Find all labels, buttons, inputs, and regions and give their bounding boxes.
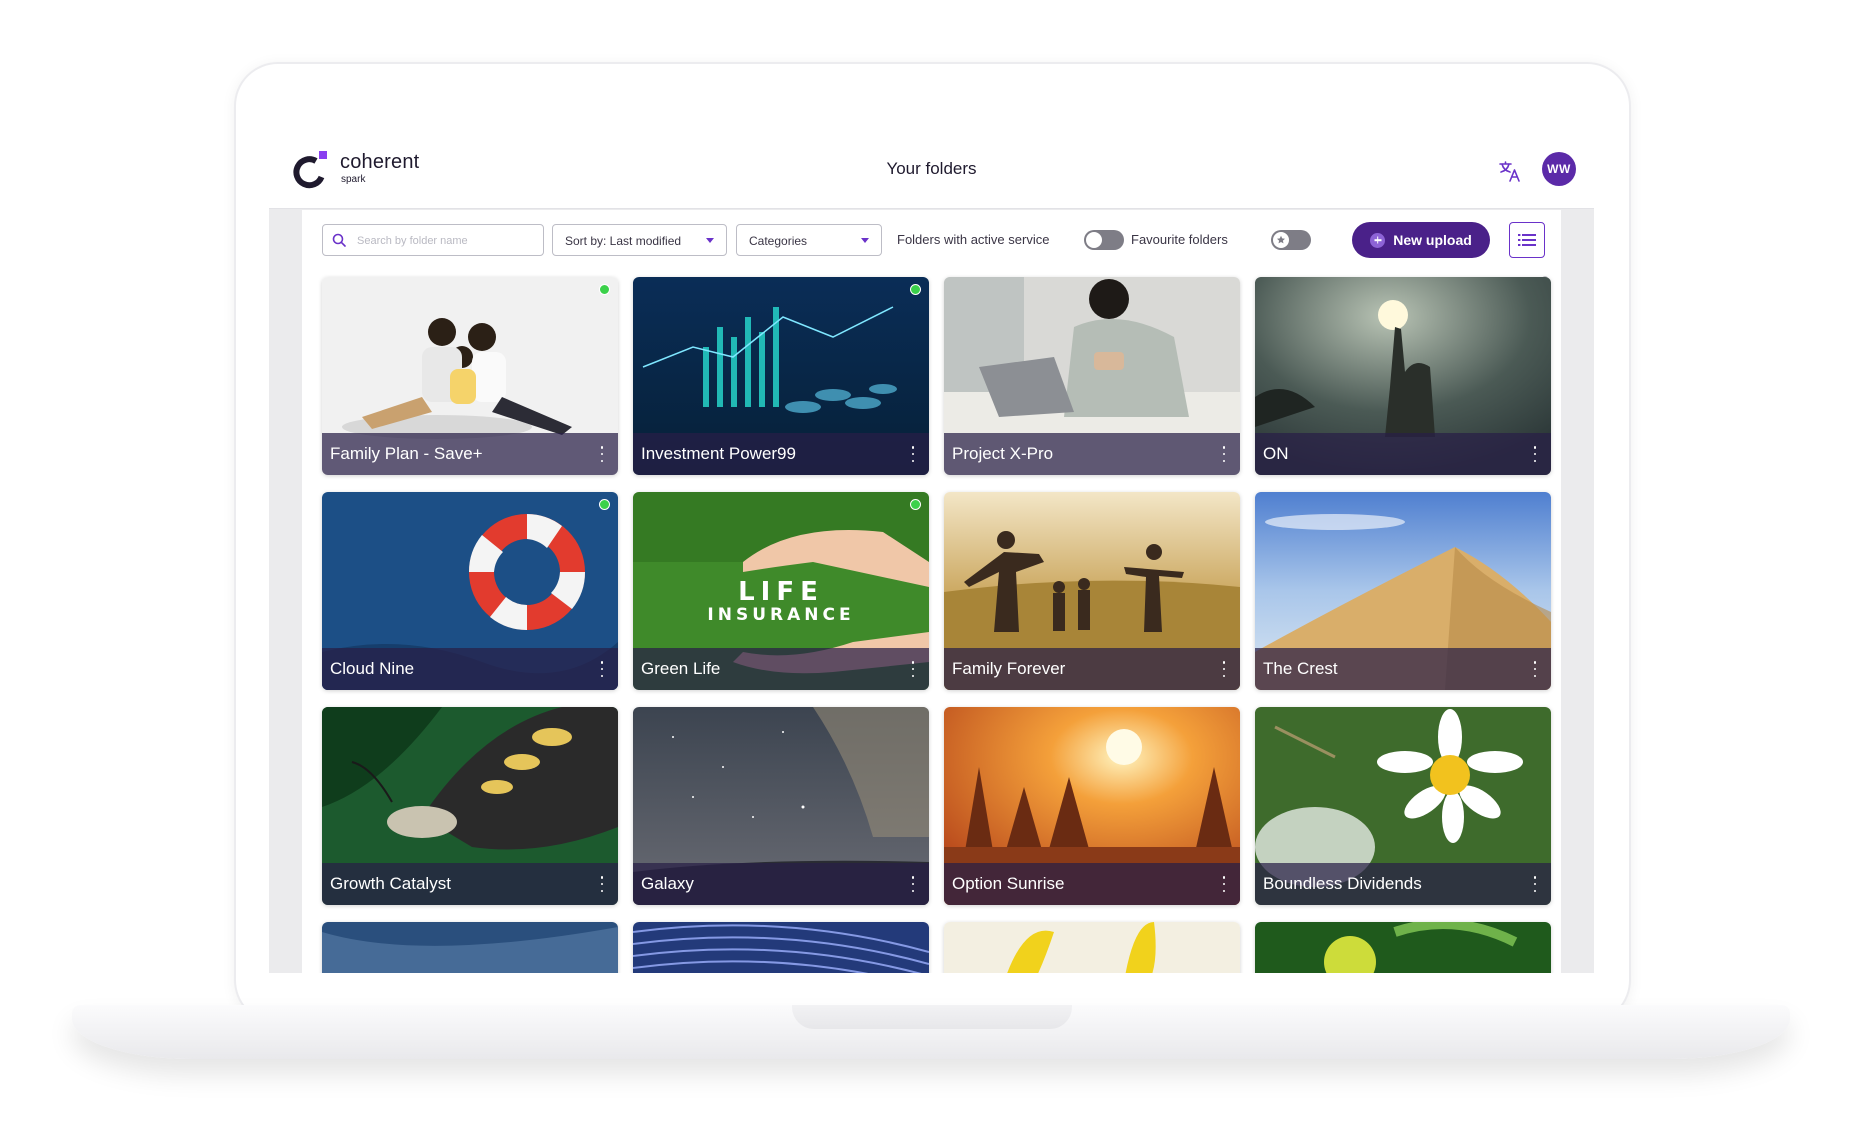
folder-caption: Option Sunrise	[944, 863, 1240, 905]
more-options-icon[interactable]	[911, 661, 915, 677]
toggle-knob	[1086, 232, 1102, 248]
folder-card[interactable]: Family Forever	[944, 492, 1240, 690]
folder-card[interactable]: ON	[1255, 277, 1551, 475]
folder-thumbnail	[633, 922, 929, 973]
folder-thumbnail	[1255, 922, 1551, 973]
more-options-icon[interactable]	[911, 876, 915, 892]
folder-title: ON	[1263, 444, 1289, 463]
toolbar: Sort by: Last modified Categories Folder…	[302, 210, 1561, 268]
more-options-icon[interactable]	[1533, 446, 1537, 462]
new-upload-label: New upload	[1393, 232, 1472, 248]
categories-select-label: Categories	[749, 234, 808, 248]
folder-card[interactable]: Option Sunrise	[944, 707, 1240, 905]
more-options-icon[interactable]	[911, 446, 915, 462]
search-input[interactable]	[355, 225, 539, 257]
folder-caption: Family Forever	[944, 648, 1240, 690]
chevron-down-icon	[706, 238, 714, 243]
user-avatar[interactable]: WW	[1542, 152, 1576, 186]
folder-card[interactable]	[322, 922, 618, 973]
folder-caption: Project X-Pro	[944, 433, 1240, 475]
active-service-label: Folders with active service	[897, 232, 1050, 247]
page-title: Your folders	[886, 159, 977, 178]
favourite-folders-label: Favourite folders	[1131, 232, 1228, 247]
folder-caption: Boundless Dividends	[1255, 863, 1551, 905]
more-options-icon[interactable]	[600, 446, 604, 462]
folder-title: Galaxy	[641, 874, 694, 893]
list-view-button[interactable]	[1509, 222, 1545, 258]
folder-title: Family Plan - Save+	[330, 444, 483, 463]
folder-card[interactable]: Galaxy	[633, 707, 929, 905]
folder-title: The Crest	[1263, 659, 1338, 678]
folder-card[interactable]: Family Plan - Save+	[322, 277, 618, 475]
plus-icon	[1370, 232, 1386, 248]
folder-card[interactable]: The Crest	[1255, 492, 1551, 690]
folder-title: Family Forever	[952, 659, 1066, 678]
more-options-icon[interactable]	[1533, 876, 1537, 892]
translate-icon[interactable]	[1497, 158, 1523, 184]
life-insurance-text: LIFE	[738, 577, 824, 607]
folder-caption: Family Plan - Save+	[322, 433, 618, 475]
folder-caption: Galaxy	[633, 863, 929, 905]
folder-card[interactable]	[944, 922, 1240, 973]
folder-caption: The Crest	[1255, 648, 1551, 690]
star-icon	[1277, 235, 1285, 244]
search-box[interactable]	[322, 224, 544, 257]
active-service-toggle[interactable]	[1084, 230, 1124, 250]
folder-thumbnail	[322, 922, 618, 973]
sort-select-label: Sort by: Last modified	[565, 234, 682, 248]
more-options-icon[interactable]	[1533, 661, 1537, 677]
toggle-knob	[1273, 232, 1289, 248]
folder-thumbnail	[944, 922, 1240, 973]
folders-panel: Sort by: Last modified Categories Folder…	[302, 210, 1561, 973]
life-insurance-text: INSURANCE	[707, 605, 854, 625]
folder-caption: ON	[1255, 433, 1551, 475]
favourite-folders-toggle[interactable]	[1271, 230, 1311, 250]
folder-card[interactable]: Project X-Pro	[944, 277, 1240, 475]
more-options-icon[interactable]	[1222, 446, 1226, 462]
sort-select[interactable]: Sort by: Last modified	[552, 224, 727, 256]
active-service-dot	[910, 284, 921, 295]
more-options-icon[interactable]	[1222, 876, 1226, 892]
folder-title: Growth Catalyst	[330, 874, 451, 893]
folder-title: Cloud Nine	[330, 659, 415, 678]
more-options-icon[interactable]	[1222, 661, 1226, 677]
folder-caption: Growth Catalyst	[322, 863, 618, 905]
more-options-icon[interactable]	[600, 661, 604, 677]
folder-title: Project X-Pro	[952, 444, 1054, 463]
folder-title: Investment Power99	[641, 444, 796, 463]
active-service-dot	[599, 499, 610, 510]
chevron-down-icon	[861, 238, 869, 243]
laptop-notch	[792, 1005, 1072, 1029]
folder-title: Boundless Dividends	[1263, 874, 1422, 893]
folder-title: Green Life	[641, 659, 721, 678]
more-options-icon[interactable]	[600, 876, 604, 892]
folder-card[interactable]: Cloud Nine	[322, 492, 618, 690]
folder-caption: Green Life	[633, 648, 929, 690]
categories-select[interactable]: Categories	[736, 224, 882, 256]
active-service-dot	[910, 499, 921, 510]
new-upload-button[interactable]: New upload	[1352, 222, 1490, 258]
folder-card[interactable]: Growth Catalyst	[322, 707, 618, 905]
app-header: coherent spark Your folders WW	[269, 135, 1594, 209]
search-icon	[332, 233, 346, 247]
folder-card[interactable]: LIFE INSURANCE Green Life	[633, 492, 929, 690]
app-screen: coherent spark Your folders WW Sort by: …	[269, 135, 1594, 973]
folder-title: Option Sunrise	[952, 874, 1065, 893]
folder-caption: Cloud Nine	[322, 648, 618, 690]
folder-card[interactable]	[1255, 922, 1551, 973]
folder-card[interactable]: Boundless Dividends	[1255, 707, 1551, 905]
folder-caption: Investment Power99	[633, 433, 929, 475]
folder-card[interactable]: Investment Power99	[633, 277, 929, 475]
folder-card[interactable]	[633, 922, 929, 973]
list-view-icon	[1518, 234, 1536, 246]
active-service-dot	[599, 284, 610, 295]
